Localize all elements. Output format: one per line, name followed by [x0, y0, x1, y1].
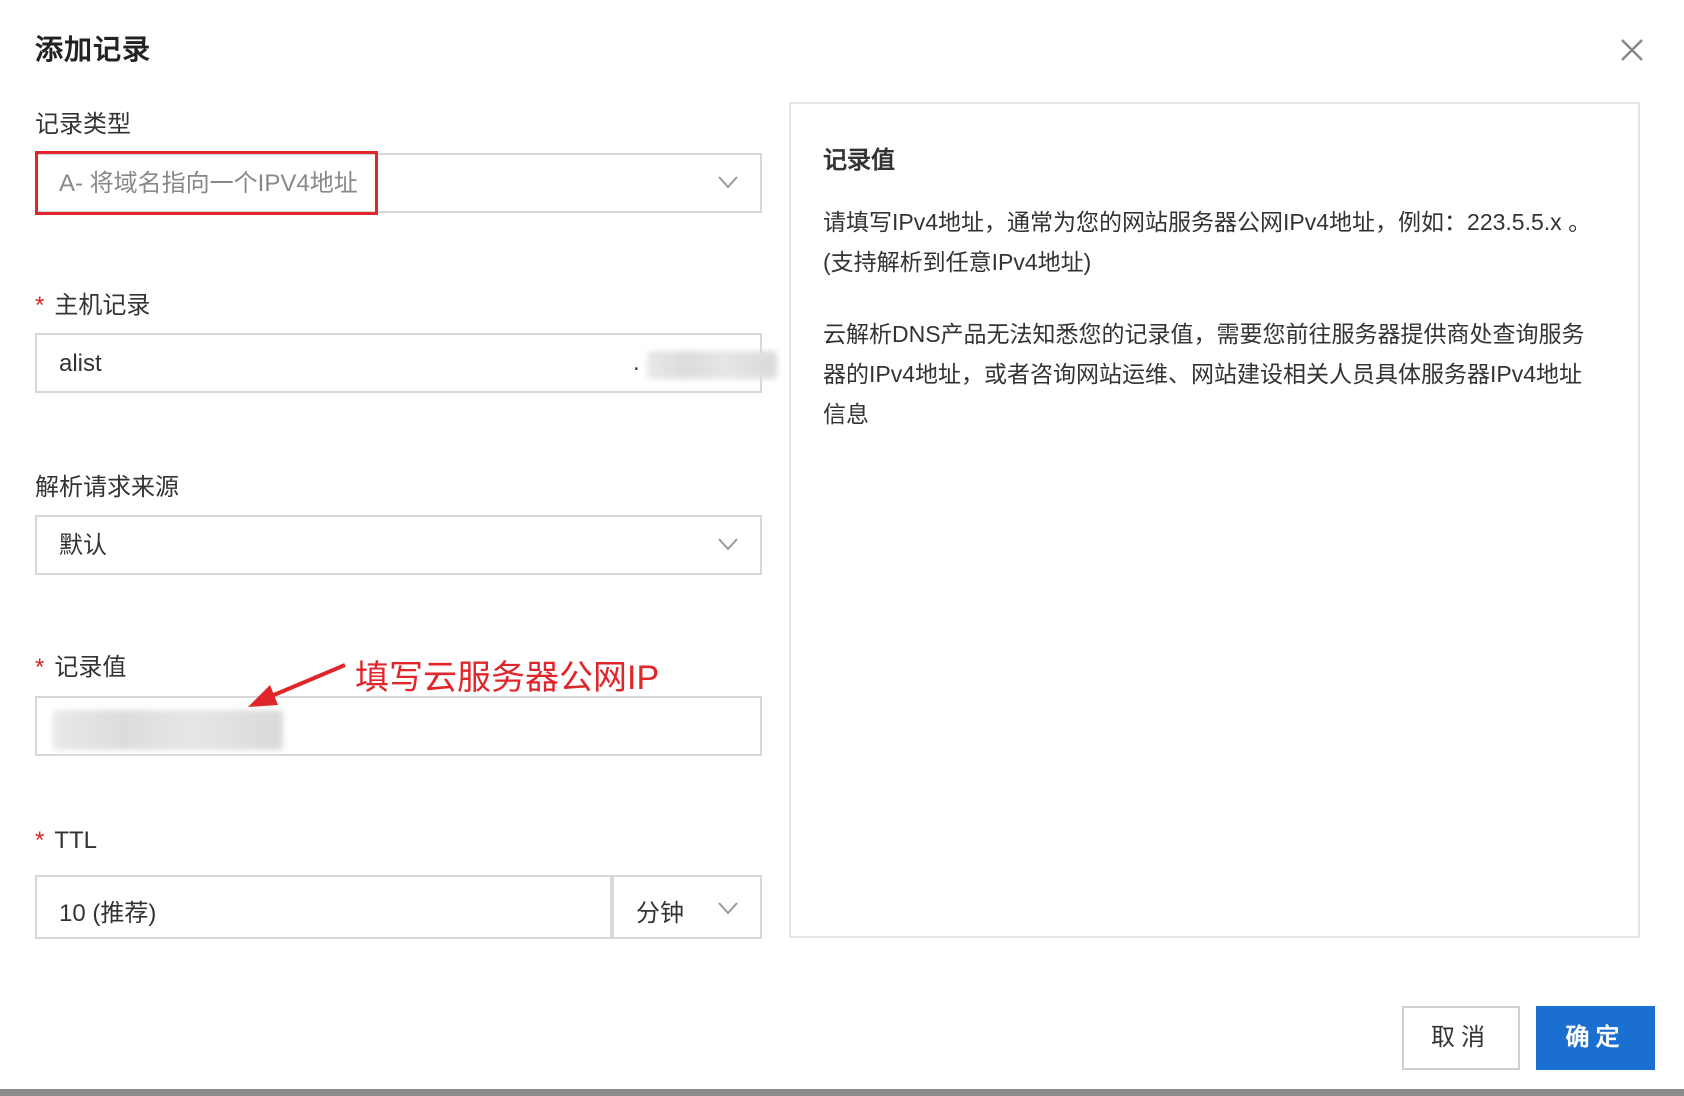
- record-value-input[interactable]: [35, 696, 762, 756]
- ttl-label: * TTL: [35, 827, 98, 854]
- help-panel: 记录值 请填写IPv4地址，通常为您的网站服务器公网IPv4地址，例如：223.…: [789, 102, 1640, 938]
- help-paragraph-1: 请填写IPv4地址，通常为您的网站服务器公网IPv4地址，例如：223.5.5.…: [823, 209, 1592, 275]
- record-type-select[interactable]: A- 将域名指向一个IPV4地址: [35, 153, 762, 213]
- bottom-edge: [0, 1089, 1684, 1096]
- ttl-value: 10 (推荐): [59, 900, 157, 927]
- add-record-dialog: 添加记录 记录类型 A- 将域名指向一个IPV4地址 * 主机记录 alist .…: [0, 0, 1684, 1090]
- redacted-domain: [647, 351, 777, 379]
- record-type-label: 记录类型: [35, 111, 131, 138]
- dialog-title: 添加记录: [35, 34, 152, 65]
- record-value-label: * 记录值: [35, 654, 127, 681]
- help-panel-title: 记录值: [823, 147, 895, 174]
- help-paragraph-2: 云解析DNS产品无法知悉您的记录值，需要您前往服务器提供商处查询服务器的IPv4…: [823, 321, 1585, 427]
- ttl-value-select[interactable]: 10 (推荐): [35, 875, 612, 939]
- annotation-text: 填写云服务器公网IP: [355, 659, 660, 697]
- chevron-down-icon: [718, 538, 738, 551]
- chevron-down-icon: [718, 902, 738, 915]
- confirm-button[interactable]: 确定: [1536, 1006, 1655, 1070]
- ttl-unit-select[interactable]: 分钟: [612, 875, 762, 939]
- record-type-value: A- 将域名指向一个IPV4地址: [59, 170, 358, 197]
- host-record-label: * 主机记录: [35, 292, 151, 319]
- resolve-source-select[interactable]: 默认: [35, 515, 762, 575]
- close-icon[interactable]: [1612, 30, 1652, 70]
- cancel-button[interactable]: 取消: [1402, 1006, 1520, 1070]
- host-record-value: alist: [59, 350, 102, 377]
- resolve-source-label: 解析请求来源: [35, 474, 179, 501]
- ttl-unit-value: 分钟: [636, 900, 684, 927]
- host-record-input[interactable]: alist .: [35, 333, 777, 393]
- chevron-down-icon: [718, 176, 738, 189]
- domain-suffix: .: [633, 349, 640, 376]
- resolve-source-value: 默认: [59, 532, 107, 559]
- redacted-ip: [53, 710, 283, 750]
